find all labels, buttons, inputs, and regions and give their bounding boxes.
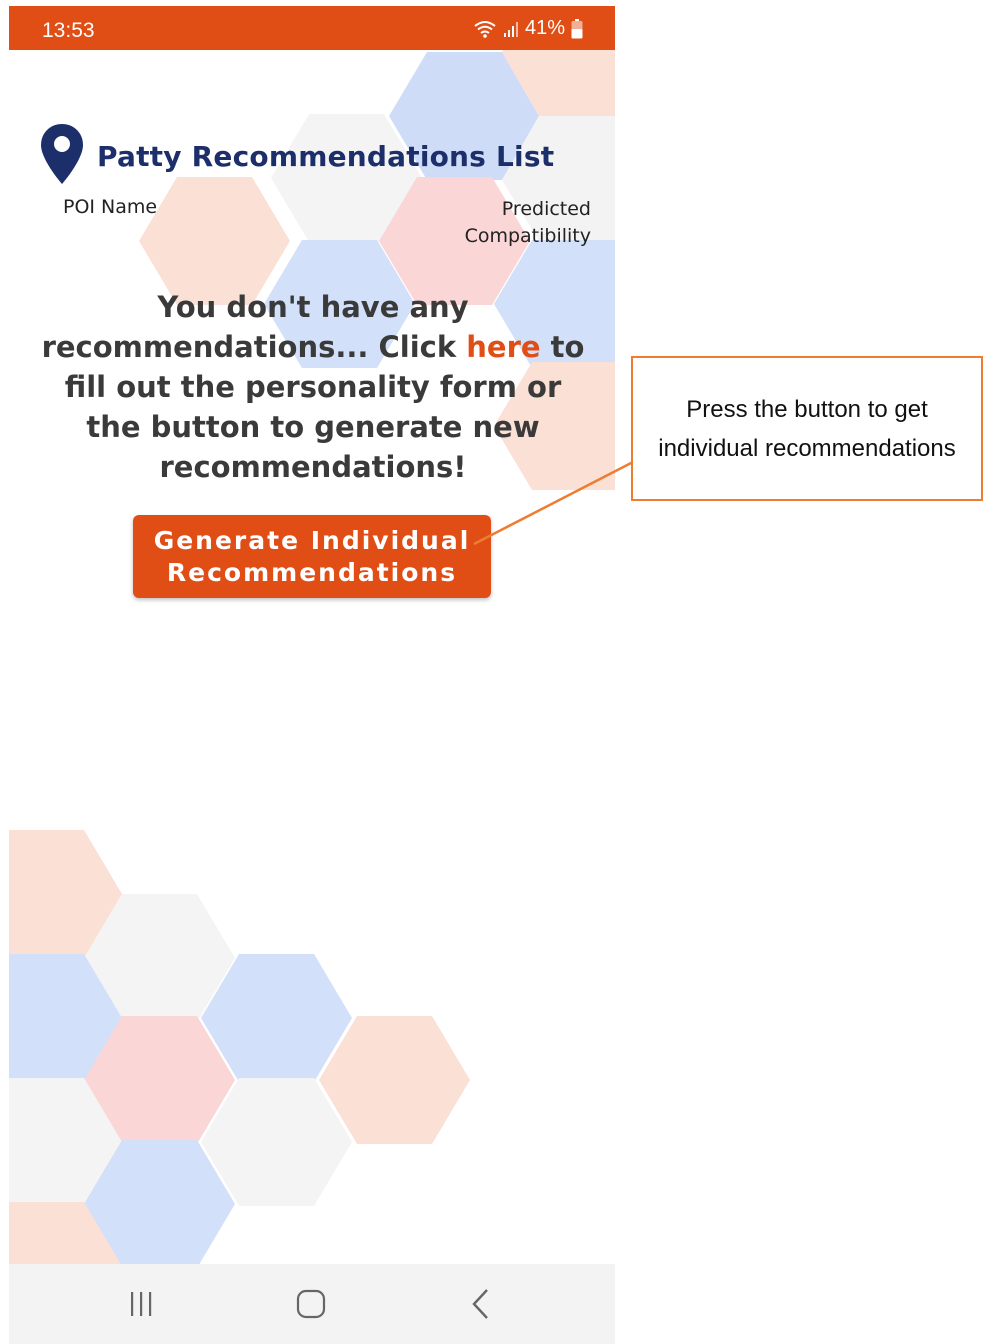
page-header: Patty Recommendations List <box>39 122 554 186</box>
signal-icon <box>503 21 518 37</box>
navigation-bar <box>9 1264 615 1344</box>
annotation-callout: Press the button to get individual recom… <box>631 356 983 501</box>
phone-screen: 13:53 41% Patty Recommendations List POI… <box>9 6 615 1344</box>
column-header-compatibility: Predicted Compatibility <box>464 198 591 247</box>
home-button[interactable] <box>251 1264 371 1344</box>
personality-form-link[interactable]: here <box>466 330 540 364</box>
empty-state-text-before: You don't have any recommendations... Cl… <box>41 290 469 364</box>
recents-icon <box>131 1292 152 1316</box>
wifi-icon <box>474 20 496 38</box>
back-button[interactable] <box>421 1264 541 1344</box>
status-bar: 13:53 41% <box>9 6 615 50</box>
status-indicators: 41% <box>473 17 583 40</box>
page-title: Patty Recommendations List <box>97 140 555 173</box>
generate-recommendations-button[interactable]: Generate Individual Recommendations <box>133 515 491 598</box>
status-time: 13:53 <box>42 19 95 42</box>
annotation-text: Press the button to get individual recom… <box>658 395 956 462</box>
column-header-poi-name: POI Name <box>63 196 158 218</box>
battery-percent: 41% <box>524 17 565 39</box>
empty-state-message: You don't have any recommendations... Cl… <box>39 287 587 487</box>
back-icon <box>472 1289 488 1319</box>
battery-icon <box>571 18 583 38</box>
home-icon <box>296 1289 326 1319</box>
location-pin-icon <box>41 124 83 184</box>
recents-button[interactable] <box>81 1264 201 1344</box>
